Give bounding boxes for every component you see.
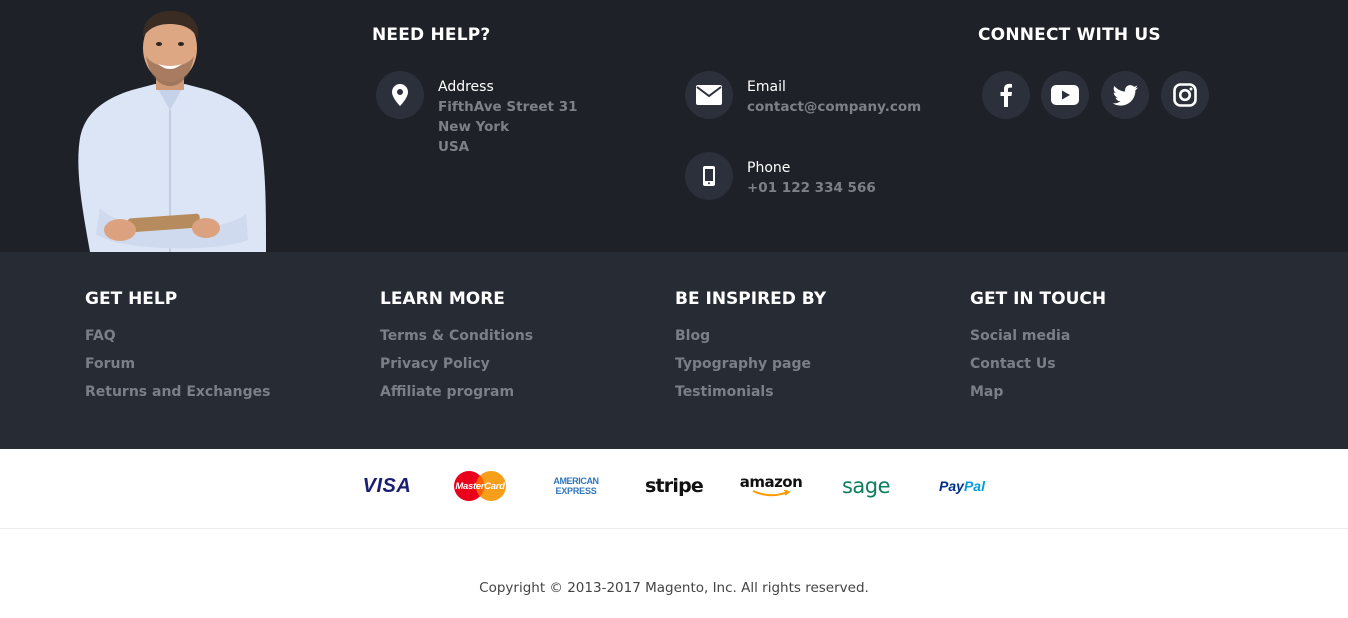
column-title: BE INSPIRED BY <box>675 289 827 309</box>
facebook-icon[interactable] <box>982 71 1030 119</box>
address-line-1: FifthAve Street 31 <box>438 99 578 115</box>
link-social-media[interactable]: Social media <box>970 322 1106 350</box>
learn-more-column: LEARN MORE Terms & Conditions Privacy Po… <box>380 289 533 406</box>
envelope-icon <box>685 71 733 119</box>
need-help-title: NEED HELP? <box>372 25 491 45</box>
paypal-logo: Pay Pal <box>939 478 985 494</box>
link-affiliate[interactable]: Affiliate program <box>380 378 533 406</box>
link-map[interactable]: Map <box>970 378 1106 406</box>
person-with-tablet-image <box>78 10 267 252</box>
phone-link[interactable]: +01 122 334 566 <box>747 178 876 198</box>
visa-logo: VISA <box>362 474 412 497</box>
link-terms[interactable]: Terms & Conditions <box>380 322 533 350</box>
link-faq[interactable]: FAQ <box>85 322 270 350</box>
link-typography[interactable]: Typography page <box>675 350 826 378</box>
footer-links: GET HELP FAQ Forum Returns and Exchanges… <box>0 252 1348 449</box>
address-line-3: USA <box>438 139 470 155</box>
phone-label: Phone <box>747 160 791 176</box>
amazon-logo: amazon <box>740 471 803 501</box>
get-in-touch-column: GET IN TOUCH Social media Contact Us Map <box>970 289 1106 406</box>
email-link[interactable]: contact@company.com <box>747 97 921 117</box>
address-label: Address <box>438 79 494 95</box>
copyright-text: Copyright © 2013-2017 Magento, Inc. All … <box>479 580 869 596</box>
email-label: Email <box>747 79 786 95</box>
american-express-logo: AMERICAN EXPRESS <box>553 476 599 496</box>
link-forum[interactable]: Forum <box>85 350 270 378</box>
column-title: LEARN MORE <box>380 289 505 309</box>
youtube-icon[interactable] <box>1041 71 1089 119</box>
column-title: GET IN TOUCH <box>970 289 1107 309</box>
sage-logo: sage <box>841 474 891 498</box>
map-pin-icon <box>376 71 424 119</box>
mobile-phone-icon <box>685 152 733 200</box>
column-title: GET HELP <box>85 289 178 309</box>
get-help-column: GET HELP FAQ Forum Returns and Exchanges <box>85 289 270 406</box>
connect-title: CONNECT WITH US <box>978 25 1161 45</box>
link-blog[interactable]: Blog <box>675 322 826 350</box>
link-contact-us[interactable]: Contact Us <box>970 350 1106 378</box>
twitter-icon[interactable] <box>1101 71 1149 119</box>
link-returns[interactable]: Returns and Exchanges <box>85 378 270 406</box>
be-inspired-column: BE INSPIRED BY Blog Typography page Test… <box>675 289 826 406</box>
instagram-icon[interactable] <box>1161 71 1209 119</box>
mastercard-logo: MasterCard <box>453 471 507 501</box>
link-privacy[interactable]: Privacy Policy <box>380 350 533 378</box>
contact-band: NEED HELP? Address FifthAve Street 31 Ne… <box>0 0 1348 252</box>
payment-methods: VISA MasterCard AMERICAN EXPRESS stripe … <box>0 449 1348 529</box>
address-line-2: New York <box>438 119 510 135</box>
stripe-logo: stripe <box>645 475 704 497</box>
link-testimonials[interactable]: Testimonials <box>675 378 826 406</box>
